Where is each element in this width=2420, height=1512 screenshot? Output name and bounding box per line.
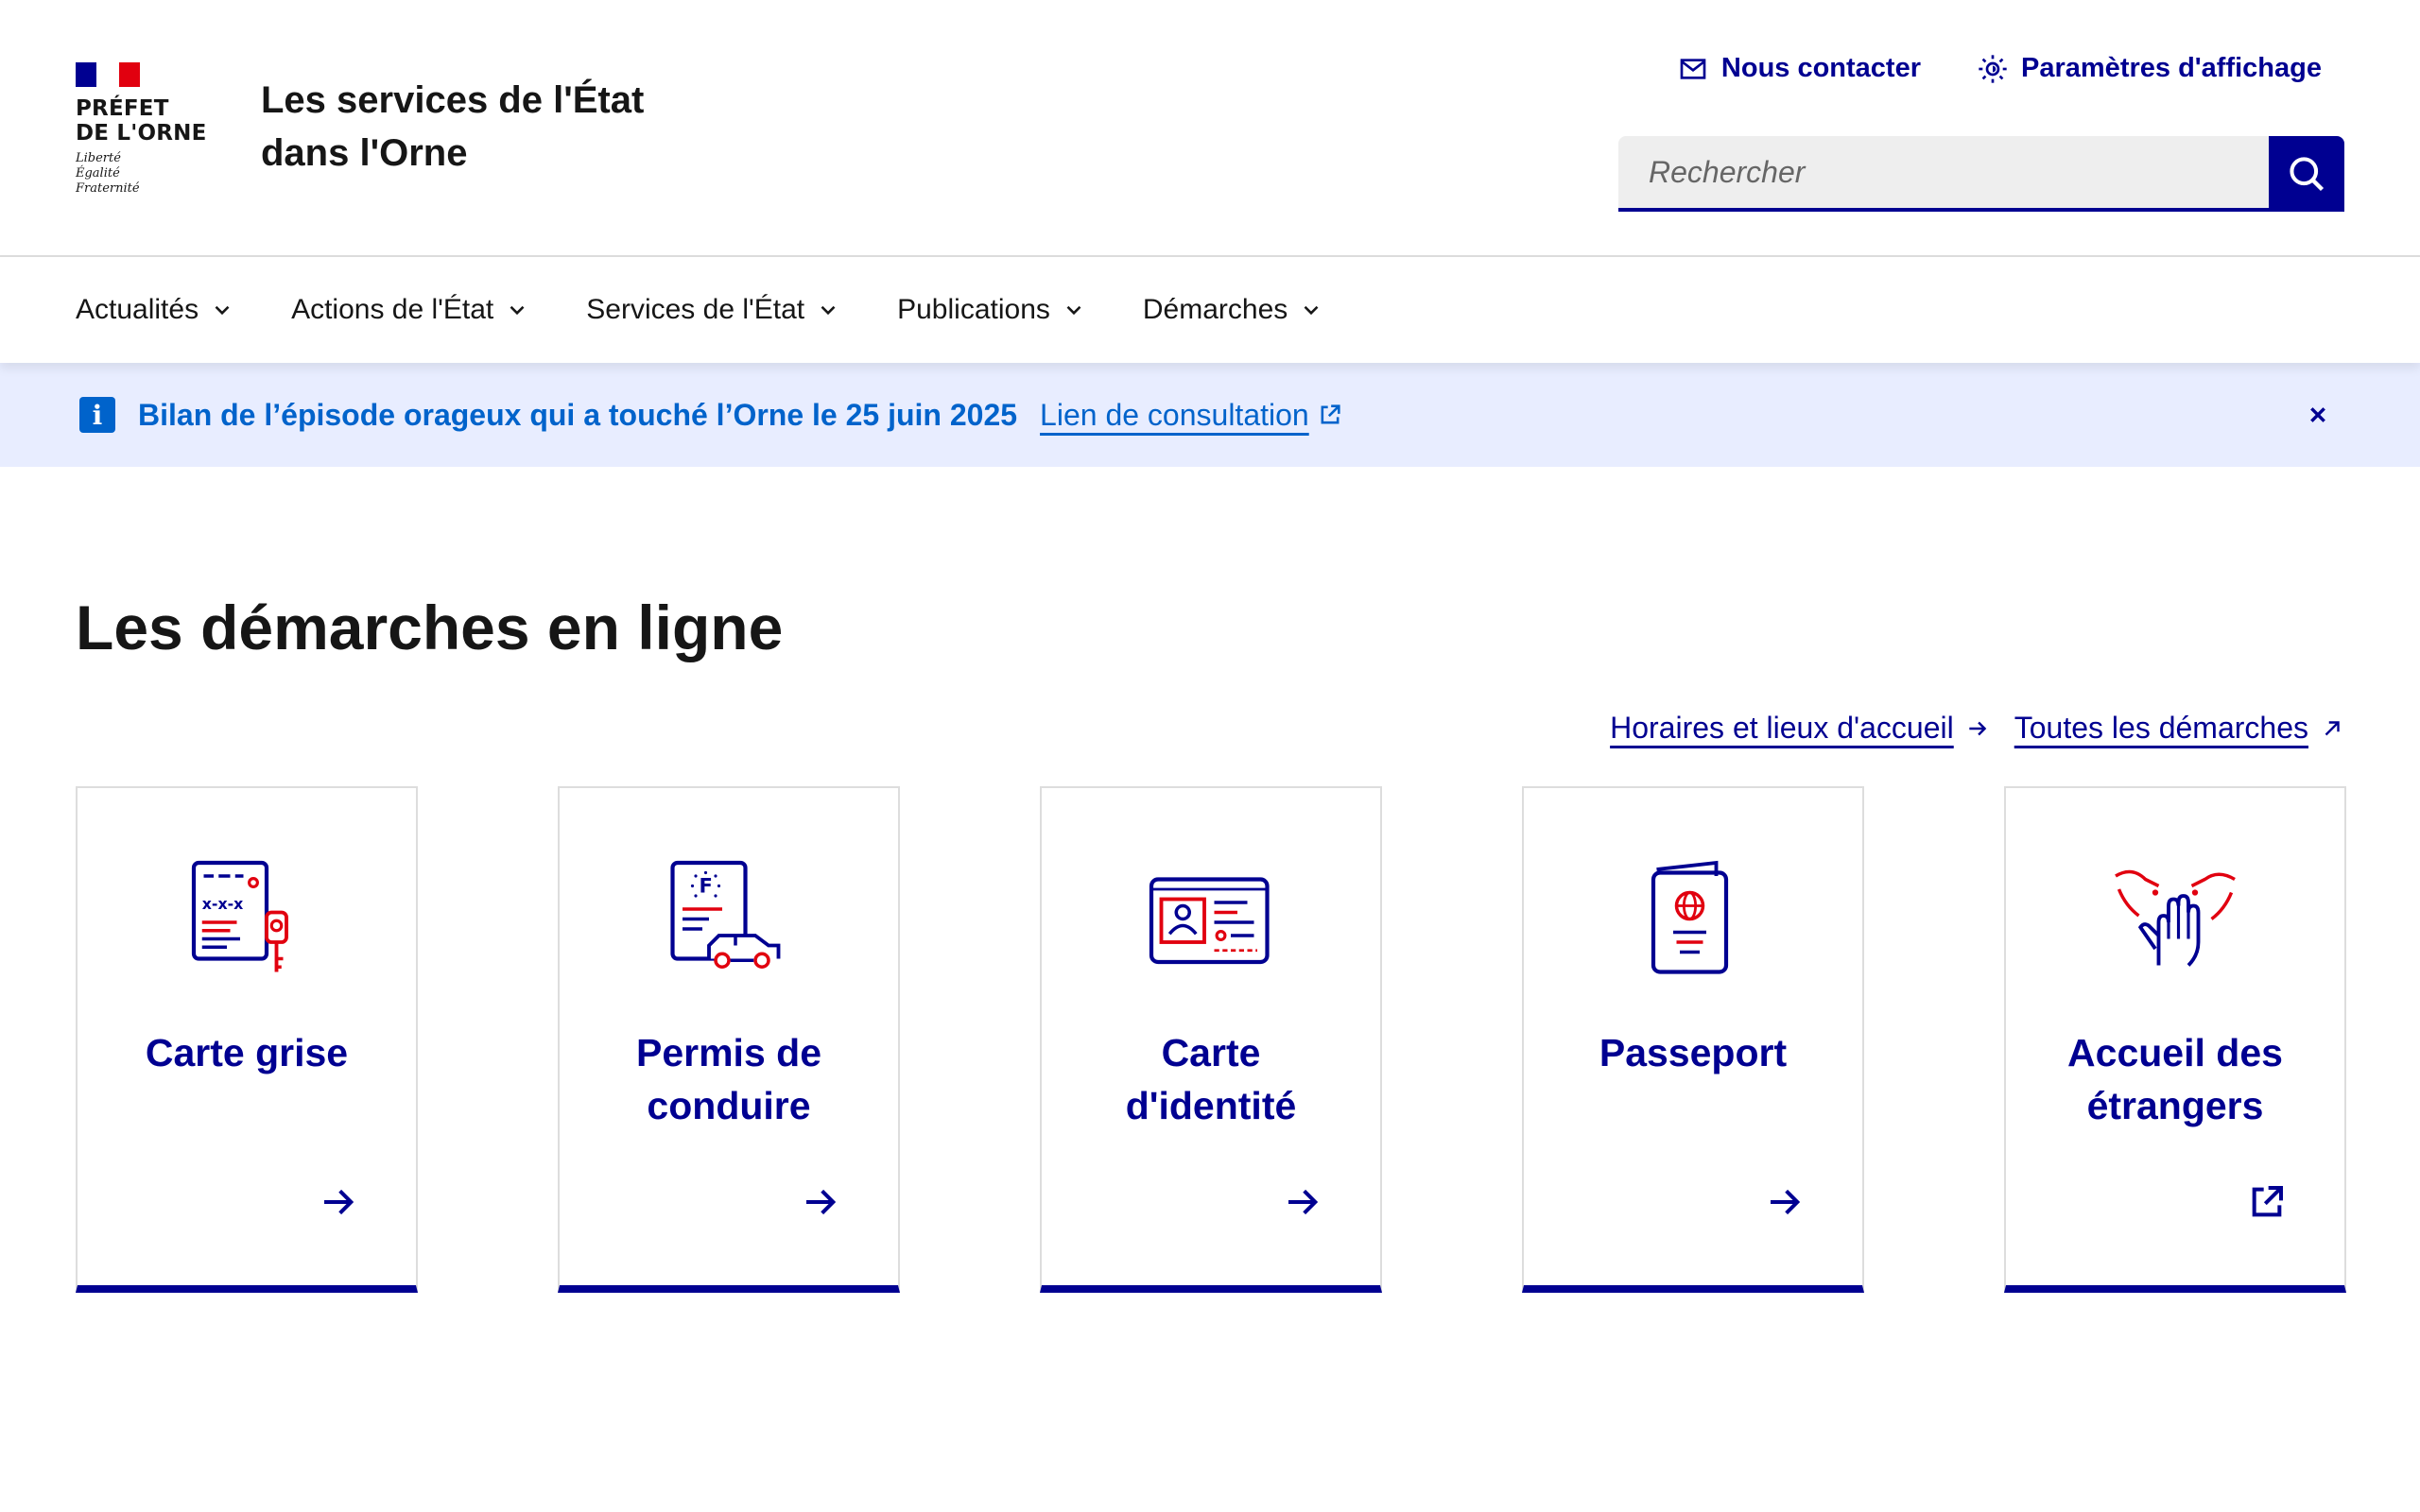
sun-icon [1979,54,2007,83]
tile-title-line: Permis de [636,1031,821,1074]
hours-link-label: Horaires et lieux d'accueil [1610,711,1954,745]
display-settings-label: Paramètres d'affichage [2021,53,2322,83]
french-flag-icon [76,62,140,87]
arrow-right-icon [806,1189,837,1215]
all-procedures-link[interactable]: Toutes les démarches [2014,711,2344,746]
contact-link[interactable]: Nous contacter [1678,53,1921,84]
welcome-hands-icon [2115,869,2236,967]
chevron-down-icon [821,305,836,316]
nav-item-label: Publications [897,294,1050,325]
nav-item-actualites[interactable]: Actualités [76,294,234,326]
arrow-right-icon [1771,1189,1801,1215]
all-procedures-link-label: Toutes les démarches [2014,711,2308,745]
arrow-right-icon [1969,721,1987,735]
tile-permis-conduire[interactable]: F Permis de conduire [558,786,900,1293]
tile-title-line: Carte [1161,1031,1261,1074]
display-settings-button[interactable]: Paramètres d'affichage [1978,53,2322,84]
contact-link-label: Nous contacter [1720,53,1922,83]
search-button[interactable] [2269,136,2344,212]
chevron-down-icon [215,305,230,316]
notice-title: Bilan de l’épisode orageux qui a touché … [138,397,1018,432]
prefecture-name-line: PRÉFET [76,96,169,121]
tile-title-line: Accueil des [2067,1031,2283,1074]
procedure-tiles: x-x-x Carte grise F Permis de conduire C… [76,786,2346,1293]
external-link-icon [2252,1186,2283,1217]
tile-carte-grise[interactable]: x-x-x Carte grise [76,786,418,1293]
site-header: PRÉFET DE L'ORNE Liberté Égalité Fratern… [0,0,2420,257]
tile-title: Passeport [1543,1026,1843,1079]
tile-accueil-etrangers[interactable]: Accueil des étrangers [2004,786,2346,1293]
quick-links: Horaires et lieux d'accueil Toutes les d… [1610,711,2344,746]
prefecture-name: PRÉFET DE L'ORNE [76,96,207,146]
svg-text:x-x-x: x-x-x [202,895,244,913]
tile-title-line: Passeport [1599,1031,1788,1074]
notice-link-label: Lien de consultation [1040,397,1309,432]
vehicle-registration-icon: x-x-x [191,860,288,972]
motto-line: Égalité [76,166,120,180]
marianne-logo[interactable]: PRÉFET DE L'ORNE Liberté Égalité Fratern… [76,62,207,197]
svg-text:F: F [700,875,713,898]
nav-item-label: Actualités [76,294,199,325]
passport-icon [1651,860,1729,974]
tile-passeport[interactable]: Passeport [1522,786,1864,1293]
arrow-right-icon [1288,1189,1319,1215]
close-icon[interactable] [2303,400,2333,430]
nav-item-services-etat[interactable]: Services de l'État [586,294,840,326]
search-bar [1618,136,2344,212]
id-card-icon [1149,877,1270,965]
tile-title-line: conduire [647,1084,811,1127]
driving-licence-icon: F [670,860,781,969]
chevron-down-icon [1304,305,1319,316]
tile-title-line: Carte grise [145,1031,349,1074]
nav-item-actions-etat[interactable]: Actions de l'État [291,294,529,326]
search-icon [2290,157,2325,192]
header-tools: Nous contacter Paramètres d'affichage [1678,53,2322,84]
site-title-line: dans l'Orne [261,132,468,174]
republic-motto: Liberté Égalité Fraternité [76,151,207,197]
search-input[interactable] [1618,136,2269,212]
motto-line: Fraternité [76,181,140,196]
notice-link[interactable]: Lien de consultation [1040,398,1343,433]
tile-carte-identite[interactable]: Carte d'identité [1040,786,1382,1293]
chevron-down-icon [1066,305,1081,316]
mail-icon [1680,58,1706,79]
main-navigation: Actualités Actions de l'État Services de… [0,257,2420,363]
tile-title: Carte grise [96,1026,397,1079]
external-link-icon [1321,404,1340,424]
motto-line: Liberté [76,151,121,165]
nav-item-label: Services de l'État [586,294,805,325]
tile-title: Permis de conduire [579,1026,879,1132]
tile-title: Carte d'identité [1061,1026,1361,1132]
nav-item-label: Démarches [1142,294,1288,325]
tile-title-line: étrangers [2086,1084,2264,1127]
arrow-right-icon [324,1189,354,1215]
page-title: Les démarches en ligne [76,593,784,662]
tile-title-line: d'identité [1125,1084,1297,1127]
site-title-line: Les services de l'État [261,79,645,121]
tile-title: Accueil des étrangers [2025,1026,2325,1132]
hours-link[interactable]: Horaires et lieux d'accueil [1610,711,1990,746]
prefecture-name-line: DE L'ORNE [76,121,207,146]
chevron-down-icon [510,305,525,316]
nav-item-label: Actions de l'État [291,294,494,325]
nav-item-demarches[interactable]: Démarches [1143,294,1323,326]
arrow-up-right-icon [2325,720,2340,735]
site-title[interactable]: Les services de l'État dans l'Orne [261,74,644,180]
nav-item-publications[interactable]: Publications [897,294,1086,326]
info-icon: i [79,397,115,433]
info-notice: i Bilan de l’épisode orageux qui a touch… [0,363,2420,467]
